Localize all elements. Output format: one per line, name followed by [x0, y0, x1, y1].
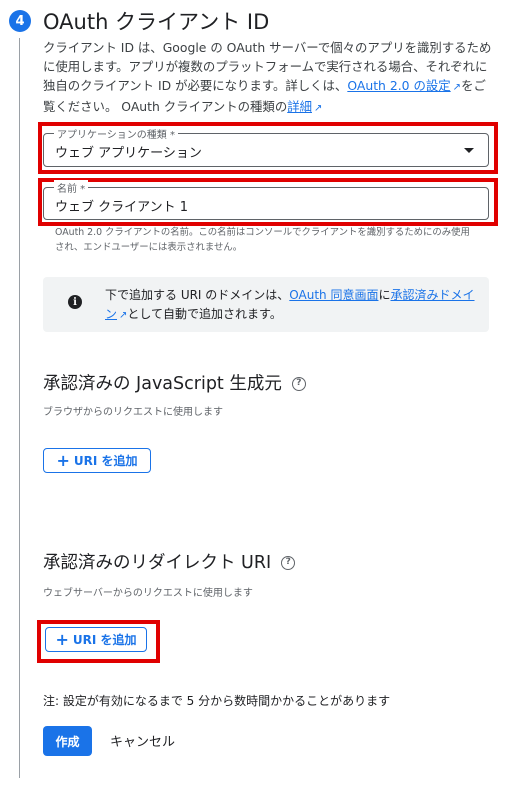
- js-origins-subtitle: ブラウザからのリクエストに使用します: [43, 407, 223, 418]
- client-name-input[interactable]: 名前 * ウェブ クライアント 1: [43, 180, 489, 220]
- plus-icon: +: [56, 450, 70, 470]
- info-text-3: として自動で追加されます。: [127, 307, 282, 321]
- oauth-consent-screen-link[interactable]: OAuth 同意画面: [289, 288, 378, 302]
- client-name-label: 名前 *: [54, 180, 89, 195]
- external-link-icon: ↗: [452, 82, 462, 93]
- help-icon[interactable]: ?: [281, 556, 296, 570]
- redirect-uris-subtitle: ウェブサーバーからのリクエストに使用します: [43, 588, 253, 599]
- step-connector-line: [19, 38, 20, 778]
- info-text-1: 下で追加する URI のドメインは、: [105, 288, 290, 302]
- client-name-helper-text: OAuth 2.0 クライアントの名前。この名前はコンソールでクライアントを識別…: [55, 227, 470, 253]
- application-type-select[interactable]: アプリケーションの種類 * ウェブ アプリケーション: [43, 126, 489, 167]
- application-type-label: アプリケーションの種類 *: [54, 126, 178, 141]
- cancel-button[interactable]: キャンセル: [110, 731, 175, 750]
- info-banner-text: 下で追加する URI のドメインは、OAuth 同意画面に承認済みドメイン ↗とし…: [105, 286, 485, 325]
- js-origins-title-text: 承認済みの JavaScript 生成元: [43, 374, 282, 394]
- redirect-uris-title-text: 承認済みのリダイレクト URI: [43, 553, 272, 573]
- intro-paragraph: クライアント ID は、Google の OAuth サーバーで個々のアプリを識…: [43, 38, 493, 118]
- add-redirect-uri-label: URI を追加: [72, 633, 137, 647]
- add-redirect-uri-button[interactable]: + URI を追加: [45, 627, 147, 652]
- create-button[interactable]: 作成: [43, 726, 92, 756]
- add-js-origin-uri-button[interactable]: + URI を追加: [43, 448, 151, 473]
- step-number-badge: 4: [9, 10, 31, 32]
- application-type-value: ウェブ アプリケーション: [55, 146, 202, 161]
- client-name-value: ウェブ クライアント 1: [55, 200, 189, 215]
- add-js-origin-uri-label: URI を追加: [73, 454, 138, 468]
- oauth-settings-link[interactable]: OAuth 2.0 の設定: [347, 78, 450, 93]
- info-icon: i: [68, 295, 82, 309]
- js-origins-title: 承認済みの JavaScript 生成元?: [43, 370, 306, 395]
- client-types-details-link[interactable]: 詳細: [287, 99, 312, 114]
- external-link-icon: ↗: [314, 103, 323, 114]
- dropdown-arrow-icon: [464, 148, 474, 153]
- info-banner: i 下で追加する URI のドメインは、OAuth 同意画面に承認済みドメイン ↗…: [43, 277, 489, 332]
- plus-icon: +: [55, 629, 69, 649]
- propagation-note: 注: 設定が有効になるまで 5 分から数時間かかることがあります: [43, 694, 391, 708]
- redirect-uris-title: 承認済みのリダイレクト URI?: [43, 549, 296, 574]
- step-title: OAuth クライアント ID: [43, 10, 270, 34]
- help-icon[interactable]: ?: [291, 377, 306, 391]
- info-text-2: に: [378, 288, 391, 302]
